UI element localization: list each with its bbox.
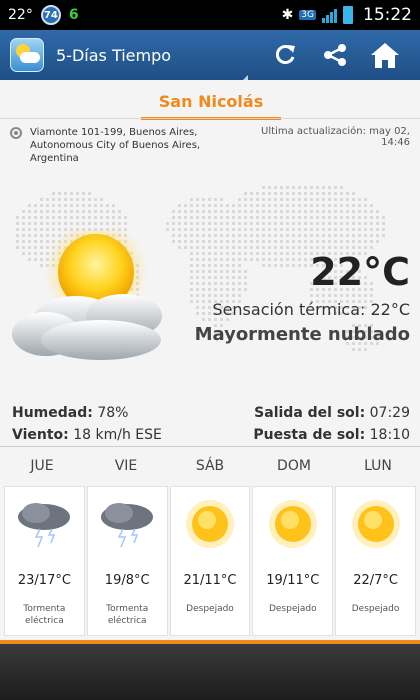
- sunset-label: Puesta de sol:: [253, 427, 366, 443]
- forecast-card[interactable]: 23/17°C Tormenta eléctrica: [4, 486, 85, 636]
- share-button[interactable]: [310, 30, 360, 80]
- forecast-desc: Despejado: [351, 604, 400, 614]
- forecast-range: 22/7°C: [353, 573, 398, 588]
- location-pin-icon: [10, 127, 22, 139]
- divider: [0, 446, 420, 447]
- wind-value: 18 km/h ESE: [73, 427, 162, 443]
- home-button[interactable]: [360, 30, 410, 80]
- forecast-desc: Despejado: [268, 604, 317, 614]
- forecast-day-label: SÁB: [195, 458, 225, 474]
- refresh-button[interactable]: [260, 30, 310, 80]
- forecast-day-label: JUE: [30, 458, 54, 474]
- forecast-range: 19/11°C: [266, 573, 320, 588]
- home-icon: [371, 43, 399, 68]
- forecast-card[interactable]: 21/11°C Despejado: [169, 486, 251, 636]
- forecast-card[interactable]: 19/8°C Tormenta eléctrica: [86, 486, 168, 636]
- address: Viamonte 101-199, Buenos Aires, Autonomo…: [30, 126, 240, 165]
- clock: 15:22: [363, 5, 412, 25]
- forecast-list: 23/17°C Tormenta eléctrica 19/8°C Tormen…: [4, 486, 416, 636]
- sun-icon: [185, 500, 234, 548]
- status-bar: 22° 74 6 ✱ 3G 15:22: [0, 0, 420, 30]
- location-row: Viamonte 101-199, Buenos Aires, Autonomo…: [10, 126, 410, 165]
- forecast-range: 19/8°C: [104, 573, 150, 588]
- feels-like: Sensación térmica: 22°C: [212, 300, 410, 319]
- green-indicator-icon: 6: [68, 7, 79, 23]
- last-updated: Ultima actualización: may 02, 14:46: [261, 126, 410, 148]
- humidity-label: Humedad:: [12, 405, 93, 421]
- refresh-icon: [275, 45, 295, 64]
- current-temperature: 22°C: [310, 250, 410, 294]
- divider: [0, 118, 420, 119]
- network-type: 3G: [299, 10, 316, 20]
- stats-left: Humedad: 78% Viento: 18 km/h ESE: [12, 402, 162, 446]
- mostly-cloudy-icon: [12, 230, 162, 360]
- forecast-day-label: LUN: [364, 458, 392, 474]
- sunrise-label: Salida del sol:: [254, 405, 366, 421]
- stats-right: Salida del sol: 07:29 Puesta de sol: 18:…: [253, 402, 410, 446]
- app-title-label: 5-Días Tiempo: [56, 45, 172, 65]
- humidity-value: 78%: [97, 405, 129, 421]
- action-bar: 5-Días Tiempo: [0, 30, 420, 81]
- storm-icon: [18, 503, 71, 548]
- address-line: Viamonte 101-199, Buenos Aires,: [30, 127, 198, 138]
- forecast-desc: Despejado: [186, 604, 234, 614]
- forecast-card[interactable]: 22/7°C Despejado: [335, 486, 416, 636]
- forecast-days-header: JUE VIE SÁB DOM LUN: [0, 458, 420, 474]
- forecast-desc: Tormenta eléctrica: [23, 604, 66, 626]
- app-title[interactable]: 5-Días Tiempo: [56, 45, 260, 81]
- forecast-day-label: VIE: [114, 458, 138, 474]
- navigation-bar: [0, 644, 420, 700]
- battery-icon: [343, 6, 353, 24]
- current-condition: Mayormente nublado: [194, 324, 410, 345]
- tab-city[interactable]: San Nicolás: [141, 88, 281, 120]
- share-icon: [324, 44, 346, 66]
- signal-icon: [322, 7, 337, 23]
- sunrise-value: 07:29: [369, 405, 410, 421]
- address-line: Autonomous City of Buenos Aires,: [30, 140, 201, 151]
- sunset-value: 18:10: [369, 427, 410, 443]
- forecast-day-label: DOM: [277, 458, 311, 474]
- main-panel: San Nicolás Viamonte 101-199, Buenos Air…: [0, 80, 420, 644]
- forecast-range: 21/11°C: [183, 573, 237, 588]
- forecast-desc: Tormenta eléctrica: [106, 604, 149, 626]
- forecast-range: 23/17°C: [17, 573, 71, 588]
- bluetooth-icon: ✱: [281, 7, 294, 23]
- app-logo-icon[interactable]: [10, 38, 44, 72]
- storm-icon: [101, 503, 154, 548]
- notification-badge-icon: 74: [40, 5, 61, 25]
- sun-icon: [268, 500, 317, 548]
- sun-icon: [351, 500, 400, 548]
- status-temp: 22°: [8, 7, 33, 23]
- wind-label: Viento:: [12, 427, 69, 443]
- address-line: Argentina: [30, 153, 79, 164]
- forecast-card[interactable]: 19/11°C Despejado: [252, 486, 334, 636]
